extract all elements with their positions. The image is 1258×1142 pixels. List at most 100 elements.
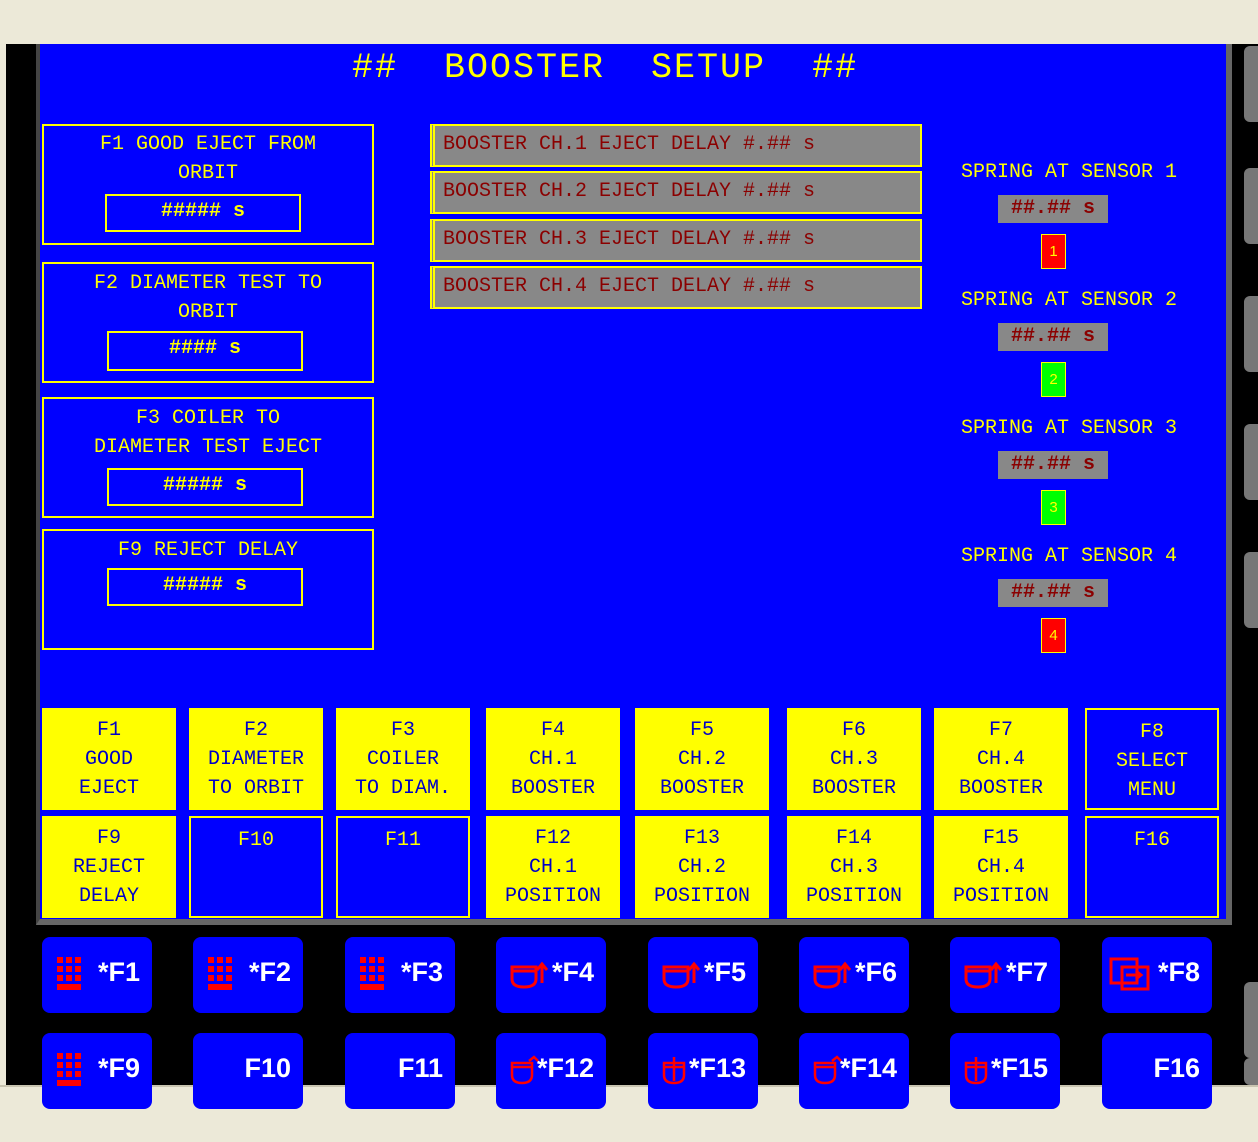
hw-key-f12[interactable]: *F12 [496,1033,606,1109]
hw-key-label: *F2 [248,957,291,987]
fkey-f2-diameter-to-orbit[interactable]: F2 DIAMETER TO ORBIT [189,708,323,810]
booster-icon [510,961,549,989]
timer-label-line: ORBIT [177,301,238,324]
fkey-f5-ch2-booster[interactable]: F5 CH.2 BOOSTER [635,708,769,810]
booster-ch3-delay-field[interactable]: BOOSTER CH.3 EJECT DELAY #.## s [430,219,922,262]
page-title: ## BOOSTER SETUP ## [352,48,859,88]
keypad-icon [360,957,384,990]
hw-key-f3[interactable]: *F3 [345,937,455,1013]
booster-ch4-delay-field[interactable]: BOOSTER CH.4 EJECT DELAY #.## s [430,266,922,309]
fkey-f9-reject-delay[interactable]: F9 REJECT DELAY [42,816,176,918]
hw-key-label: *F8 [1157,957,1200,987]
position-icon [662,1057,686,1085]
sensor-1-label: SPRING AT SENSOR 1 [960,161,1178,184]
sensor-4-value: ##.## s [998,579,1108,607]
sensor-2-value: ##.## s [998,323,1108,351]
diameter-test-value-field[interactable]: #### s [107,331,303,371]
window-top-strip [0,0,1258,44]
fkey-f13-ch2-position[interactable]: F13 CH.2 POSITION [635,816,769,918]
fkey-f1-good-eject[interactable]: F1 GOOD EJECT [42,708,176,810]
hw-key-f16[interactable]: F16 [1102,1033,1212,1109]
timer-label-line: F9 REJECT DELAY [117,539,299,562]
sensor-1-indicator: 1 [1041,234,1066,269]
sensor-4-indicator: 4 [1041,618,1066,653]
hw-key-f14[interactable]: *F14 [799,1033,909,1109]
fkey-f7-ch4-booster[interactable]: F7 CH.4 BOOSTER [934,708,1068,810]
timer-label-line: F1 GOOD EJECT FROM [99,133,317,156]
hw-key-f9[interactable]: *F9 [42,1033,152,1109]
hw-key-f10[interactable]: F10 [193,1033,303,1109]
fkey-f6-ch3-booster[interactable]: F6 CH.3 BOOSTER [787,708,921,810]
hw-key-f2[interactable]: *F2 [193,937,303,1013]
fkey-f11[interactable]: F11 [336,816,470,918]
coiler-value-field[interactable]: ##### s [107,468,303,506]
sensor-2-indicator: 2 [1041,362,1066,397]
window-bottom-strip [0,1085,1258,1142]
keypad-icon [57,957,81,990]
hw-key-label: *F12 [536,1053,594,1083]
timer-label-good-eject: F1 GOOD EJECT FROM ORBIT [44,130,372,188]
position-icon [813,1055,842,1085]
booster-icon [813,961,852,989]
hw-key-label: F10 [244,1053,291,1083]
bezel-tab [1244,552,1258,628]
bezel-tab [1244,982,1258,1058]
bezel-tab [1244,46,1258,122]
hw-key-label: F11 [397,1053,443,1083]
hw-key-f7[interactable]: *F7 [950,937,1060,1013]
hw-key-label: *F14 [839,1053,897,1083]
hw-key-label: *F7 [1005,957,1048,987]
fkey-f4-ch1-booster[interactable]: F4 CH.1 BOOSTER [486,708,620,810]
hw-key-label: F16 [1153,1053,1200,1083]
booster-ch1-delay-field[interactable]: BOOSTER CH.1 EJECT DELAY #.## s [430,124,922,167]
sensor-3-indicator: 3 [1041,490,1066,525]
menu-screens-icon [1109,957,1150,991]
reject-delay-value-field[interactable]: ##### s [107,568,303,606]
sensor-1-value: ##.## s [998,195,1108,223]
bezel-tab [1244,168,1258,244]
hw-key-f11[interactable]: F11 [345,1033,455,1109]
hw-key-label: *F4 [551,957,594,987]
timer-label-coiler: F3 COILER TO DIAMETER TEST EJECT [44,404,372,462]
booster-icon [964,961,1003,989]
booster-icon [662,961,701,989]
sensor-3-label: SPRING AT SENSOR 3 [960,417,1178,440]
sensor-4-label: SPRING AT SENSOR 4 [960,545,1178,568]
fkey-f12-ch1-position[interactable]: F12 CH.1 POSITION [486,816,620,918]
bezel-tab [1244,1058,1258,1085]
fkey-f8-select-menu[interactable]: F8 SELECT MENU [1085,708,1219,810]
hw-key-label: *F15 [990,1053,1048,1083]
bezel-tab [1244,296,1258,372]
timer-label-line: ORBIT [177,162,238,185]
keypad-icon [57,1053,81,1086]
fkey-f10[interactable]: F10 [189,816,323,918]
fkey-f14-ch3-position[interactable]: F14 CH.3 POSITION [787,816,921,918]
good-eject-value-field[interactable]: ##### s [105,194,301,232]
keypad-icon [208,957,232,990]
fkey-f16[interactable]: F16 [1085,816,1219,918]
hw-key-f4[interactable]: *F4 [496,937,606,1013]
hw-key-label: *F3 [400,957,443,987]
timer-label-diameter-test: F2 DIAMETER TEST TO ORBIT [44,269,372,327]
hw-key-f13[interactable]: *F13 [648,1033,758,1109]
hw-key-label: *F5 [703,957,746,987]
hw-key-f6[interactable]: *F6 [799,937,909,1013]
timer-label-line: DIAMETER TEST EJECT [93,436,323,459]
hw-key-f15[interactable]: *F15 [950,1033,1060,1109]
sensor-2-label: SPRING AT SENSOR 2 [960,289,1178,312]
position-icon [510,1055,539,1085]
fkey-f3-coiler-to-diam[interactable]: F3 COILER TO DIAM. [336,708,470,810]
position-icon [964,1057,988,1085]
timer-label-reject-delay: F9 REJECT DELAY [44,536,372,565]
timer-label-line: F3 COILER TO [135,407,281,430]
fkey-f15-ch4-position[interactable]: F15 CH.4 POSITION [934,816,1068,918]
hw-key-f8[interactable]: *F8 [1102,937,1212,1013]
booster-ch2-delay-field[interactable]: BOOSTER CH.2 EJECT DELAY #.## s [430,171,922,214]
bezel-tab [1244,424,1258,500]
hw-key-label: *F1 [97,957,140,987]
hw-key-f5[interactable]: *F5 [648,937,758,1013]
hw-key-f1[interactable]: *F1 [42,937,152,1013]
hw-key-label: *F9 [97,1053,140,1083]
sensor-3-value: ##.## s [998,451,1108,479]
hw-key-label: *F6 [854,957,897,987]
